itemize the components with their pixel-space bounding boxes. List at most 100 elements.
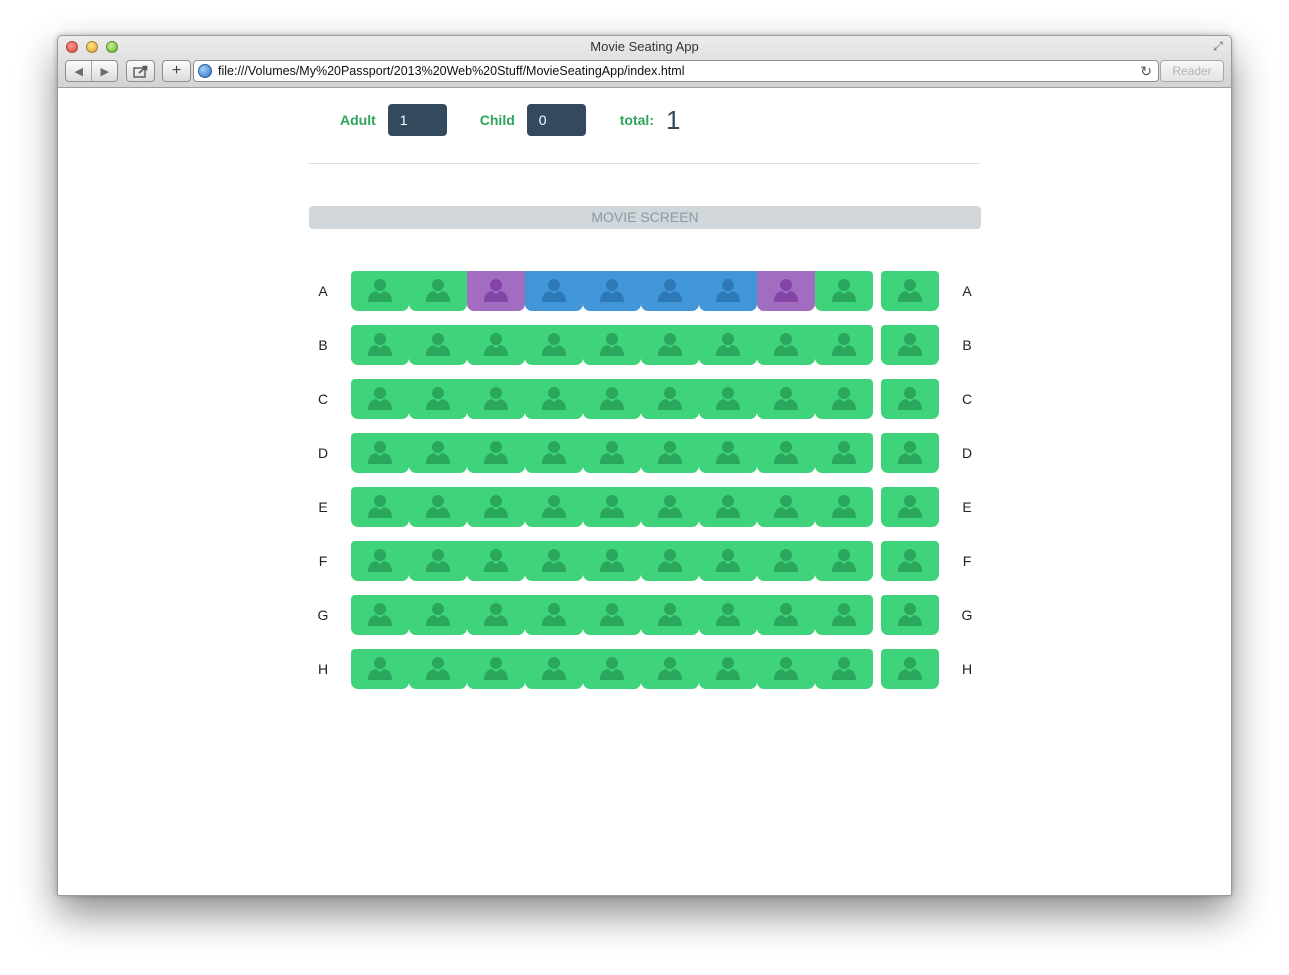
seat-e2-available[interactable] <box>409 487 467 527</box>
seat-a9-available[interactable] <box>815 271 873 311</box>
seat-h6-available[interactable] <box>641 649 699 689</box>
seat-b5-available[interactable] <box>583 325 641 365</box>
seat-g9-available[interactable] <box>815 595 873 635</box>
seat-f10-available[interactable] <box>881 541 939 581</box>
seat-d6-available[interactable] <box>641 433 699 473</box>
seat-a5-selected[interactable] <box>583 271 641 311</box>
url-text[interactable]: file:///Volumes/My%20Passport/2013%20Web… <box>218 64 684 78</box>
seat-b6-available[interactable] <box>641 325 699 365</box>
person-icon <box>898 279 922 302</box>
seat-g10-available[interactable] <box>881 595 939 635</box>
seat-a6-selected[interactable] <box>641 271 699 311</box>
forward-button[interactable]: ▶ <box>91 61 117 81</box>
seat-d10-available[interactable] <box>881 433 939 473</box>
seat-c3-available[interactable] <box>467 379 525 419</box>
seat-c6-available[interactable] <box>641 379 699 419</box>
seat-f6-available[interactable] <box>641 541 699 581</box>
fullscreen-icon[interactable]: ⤢ <box>1211 39 1225 53</box>
seat-row: BB <box>309 325 981 379</box>
seat-h8-available[interactable] <box>757 649 815 689</box>
person-icon <box>542 495 566 518</box>
person-icon <box>716 495 740 518</box>
adult-count-input[interactable] <box>387 104 447 136</box>
seat-f2-available[interactable] <box>409 541 467 581</box>
seat-e5-available[interactable] <box>583 487 641 527</box>
seat-c2-available[interactable] <box>409 379 467 419</box>
seat-b10-available[interactable] <box>881 325 939 365</box>
seat-g6-available[interactable] <box>641 595 699 635</box>
seat-f3-available[interactable] <box>467 541 525 581</box>
new-tab-button[interactable]: + <box>162 60 191 82</box>
seat-d5-available[interactable] <box>583 433 641 473</box>
seat-h4-available[interactable] <box>525 649 583 689</box>
seat-d9-available[interactable] <box>815 433 873 473</box>
seat-g4-available[interactable] <box>525 595 583 635</box>
seat-a2-available[interactable] <box>409 271 467 311</box>
seat-h7-available[interactable] <box>699 649 757 689</box>
back-button[interactable]: ◀ <box>66 61 91 81</box>
reader-button[interactable]: Reader <box>1160 60 1224 82</box>
row-label-left: B <box>318 337 328 353</box>
seat-f7-available[interactable] <box>699 541 757 581</box>
seat-g8-available[interactable] <box>757 595 815 635</box>
seat-c4-available[interactable] <box>525 379 583 419</box>
seat-c5-available[interactable] <box>583 379 641 419</box>
seat-d4-available[interactable] <box>525 433 583 473</box>
seat-a10-available[interactable] <box>881 271 939 311</box>
seat-f8-available[interactable] <box>757 541 815 581</box>
seat-h9-available[interactable] <box>815 649 873 689</box>
person-icon <box>832 495 856 518</box>
seat-block-aisle <box>881 595 939 635</box>
seat-b3-available[interactable] <box>467 325 525 365</box>
seat-e4-available[interactable] <box>525 487 583 527</box>
seat-b1-available[interactable] <box>351 325 409 365</box>
seat-c9-available[interactable] <box>815 379 873 419</box>
seat-h2-available[interactable] <box>409 649 467 689</box>
seat-h10-available[interactable] <box>881 649 939 689</box>
seat-g2-available[interactable] <box>409 595 467 635</box>
seat-d8-available[interactable] <box>757 433 815 473</box>
seat-d7-available[interactable] <box>699 433 757 473</box>
child-count-input[interactable] <box>526 104 586 136</box>
address-bar[interactable]: file:///Volumes/My%20Passport/2013%20Web… <box>193 60 1159 82</box>
seat-d2-available[interactable] <box>409 433 467 473</box>
seat-h1-available[interactable] <box>351 649 409 689</box>
seat-a7-selected[interactable] <box>699 271 757 311</box>
seat-e7-available[interactable] <box>699 487 757 527</box>
seat-f4-available[interactable] <box>525 541 583 581</box>
seat-e6-available[interactable] <box>641 487 699 527</box>
seat-d3-available[interactable] <box>467 433 525 473</box>
seat-h3-available[interactable] <box>467 649 525 689</box>
seat-c1-available[interactable] <box>351 379 409 419</box>
seat-b2-available[interactable] <box>409 325 467 365</box>
seat-c7-available[interactable] <box>699 379 757 419</box>
seat-b9-available[interactable] <box>815 325 873 365</box>
seat-b4-available[interactable] <box>525 325 583 365</box>
reload-icon[interactable]: ↻ <box>1140 63 1152 80</box>
seat-g1-available[interactable] <box>351 595 409 635</box>
seat-b8-available[interactable] <box>757 325 815 365</box>
seat-c8-available[interactable] <box>757 379 815 419</box>
seat-a4-selected[interactable] <box>525 271 583 311</box>
person-icon <box>426 495 450 518</box>
seat-e1-available[interactable] <box>351 487 409 527</box>
seat-f9-available[interactable] <box>815 541 873 581</box>
seat-f5-available[interactable] <box>583 541 641 581</box>
seat-e3-available[interactable] <box>467 487 525 527</box>
seat-g5-available[interactable] <box>583 595 641 635</box>
person-icon <box>484 387 508 410</box>
seat-f1-available[interactable] <box>351 541 409 581</box>
seat-g7-available[interactable] <box>699 595 757 635</box>
seat-e9-available[interactable] <box>815 487 873 527</box>
seat-e10-available[interactable] <box>881 487 939 527</box>
seat-a8-taken[interactable] <box>757 271 815 311</box>
seat-d1-available[interactable] <box>351 433 409 473</box>
seat-g3-available[interactable] <box>467 595 525 635</box>
seat-b7-available[interactable] <box>699 325 757 365</box>
seat-e8-available[interactable] <box>757 487 815 527</box>
seat-h5-available[interactable] <box>583 649 641 689</box>
share-button[interactable] <box>126 60 155 82</box>
seat-a1-available[interactable] <box>351 271 409 311</box>
seat-a3-taken[interactable] <box>467 271 525 311</box>
seat-c10-available[interactable] <box>881 379 939 419</box>
